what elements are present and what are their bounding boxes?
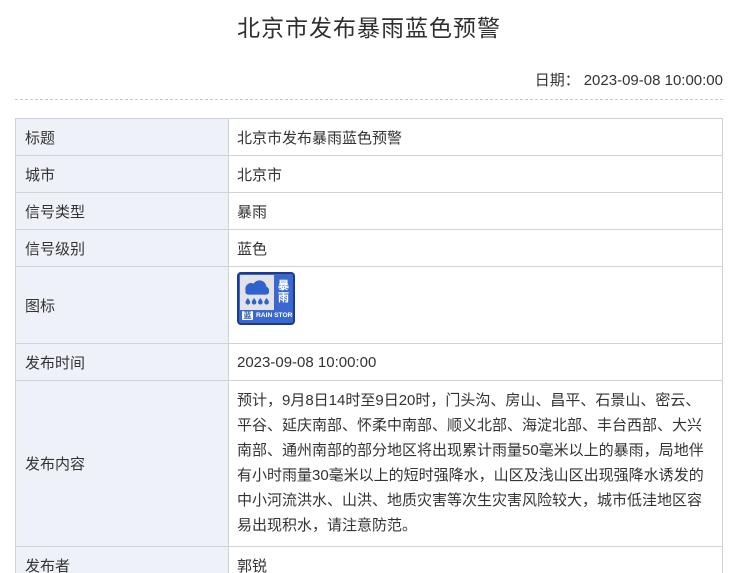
- row-value: 暴雨: [229, 193, 722, 229]
- icon-bottom-bar: 蓝 RAIN STORM: [239, 310, 293, 323]
- icon-zh-top: 暴: [278, 280, 289, 292]
- row-value: 暴 雨 蓝 RAIN STORM: [229, 267, 722, 343]
- rain-cloud-icon: [240, 275, 274, 310]
- row-label: 城市: [16, 156, 229, 192]
- table-row-publisher: 发布者 郭锐: [16, 547, 722, 573]
- row-label: 信号级别: [16, 230, 229, 266]
- table-row-publish-content: 发布内容 预计，9月8日14时至9日20时，门头沟、房山、昌平、石景山、密云、平…: [16, 381, 722, 547]
- row-value: 2023-09-08 10:00:00: [229, 344, 722, 380]
- icon-level-badge: 蓝: [242, 311, 253, 320]
- rainstorm-blue-warning-icon: 暴 雨 蓝 RAIN STORM: [237, 272, 295, 325]
- row-label: 信号类型: [16, 193, 229, 229]
- table-row-city: 城市 北京市: [16, 156, 722, 193]
- table-row-signal-type: 信号类型 暴雨: [16, 193, 722, 230]
- row-value: 蓝色: [229, 230, 722, 266]
- date-value: 2023-09-08 10:00:00: [584, 72, 723, 89]
- page-title: 北京市发布暴雨蓝色预警: [15, 14, 723, 42]
- row-label: 图标: [16, 267, 229, 343]
- icon-chinese-label: 暴 雨: [274, 274, 293, 310]
- icon-main-area: 暴 雨: [239, 274, 293, 310]
- row-label: 标题: [16, 119, 229, 155]
- page-header: 北京市发布暴雨蓝色预警 日期：2023-09-08 10:00:00: [0, 0, 738, 100]
- icon-english-label: RAIN STORM: [256, 312, 295, 319]
- table-row-publish-time: 发布时间 2023-09-08 10:00:00: [16, 344, 722, 381]
- warning-info-table: 标题 北京市发布暴雨蓝色预警 城市 北京市 信号类型 暴雨 信号级别 蓝色 图标: [15, 118, 723, 573]
- row-label: 发布时间: [16, 344, 229, 380]
- date-label: 日期：: [535, 72, 580, 89]
- row-value: 北京市发布暴雨蓝色预警: [229, 119, 722, 155]
- date-row: 日期：2023-09-08 10:00:00: [15, 69, 723, 100]
- table-row-signal-level: 信号级别 蓝色: [16, 230, 722, 267]
- icon-zh-bottom: 雨: [278, 292, 289, 304]
- row-value: 预计，9月8日14时至9日20时，门头沟、房山、昌平、石景山、密云、平谷、延庆南…: [229, 381, 722, 546]
- row-label: 发布者: [16, 547, 229, 573]
- row-value: 郭锐: [229, 547, 722, 573]
- table-row-icon: 图标: [16, 267, 722, 344]
- row-label: 发布内容: [16, 381, 229, 546]
- table-row-title: 标题 北京市发布暴雨蓝色预警: [16, 119, 722, 156]
- row-value: 北京市: [229, 156, 722, 192]
